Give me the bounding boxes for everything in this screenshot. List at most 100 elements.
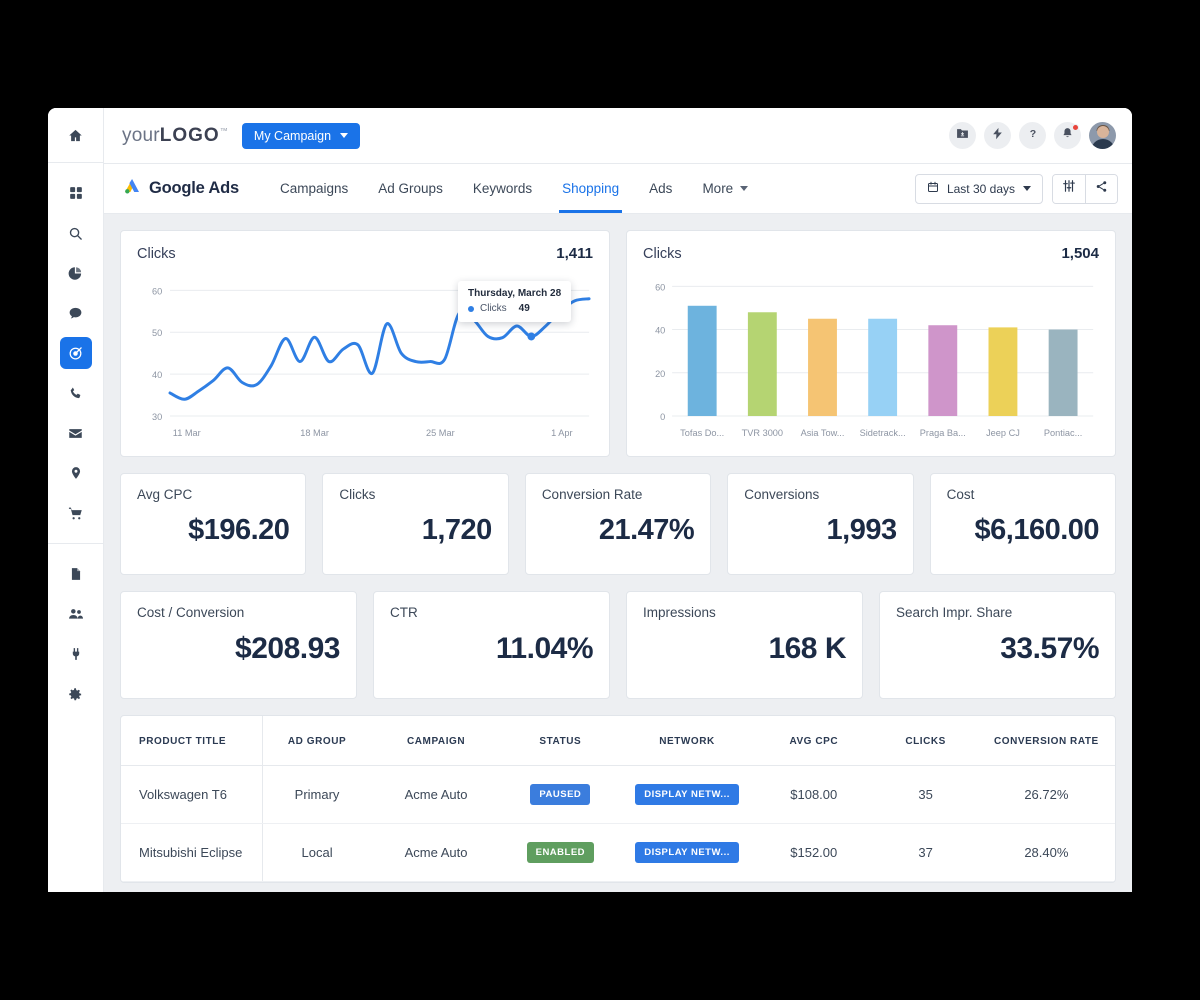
cell-conversion-rate: 26.72% [977,765,1115,824]
target-bullseye-icon [68,346,83,361]
nav-right-controls: Last 30 days [914,164,1118,213]
sidebar-item-calls[interactable] [48,373,104,413]
date-range-label: Last 30 days [946,181,1015,196]
table-body: Volkswagen T6 Primary Acme Auto PAUSED DISPL… [121,765,1115,882]
clicks-line-chart-card: Clicks 1,411 30 40 50 60 11 Mar 18 Mar 25 Mar 1… [120,230,610,457]
campaign-selector-button[interactable]: My Campaign [241,122,361,149]
cell-clicks: 35 [873,765,978,824]
tab-ad-groups[interactable]: Ad Groups [363,164,458,213]
tab-campaigns[interactable]: Campaigns [265,164,363,213]
tab-shopping[interactable]: Shopping [547,164,634,213]
sidebar-item-analytics[interactable] [48,253,104,293]
dashboard-content: Clicks 1,411 30 40 50 60 11 Mar 18 Mar 25 Mar 1… [104,214,1132,892]
sidebar-item-messages[interactable] [48,293,104,333]
column-header-product-title[interactable]: PRODUCT TITLE [121,716,263,766]
line-chart-header: Clicks 1,411 [137,245,593,262]
share-button[interactable] [1085,174,1117,203]
bar-chart-title: Clicks [643,246,682,262]
column-header-campaign[interactable]: CAMPAIGN [371,716,501,766]
table-row[interactable]: Mitsubishi Eclipse Local Acme Auto ENABLED D… [121,823,1115,882]
folder-download-button[interactable] [949,122,976,149]
bar-chart-header: Clicks 1,504 [643,245,1099,262]
x-axis-category-label: Sidetrack... [860,428,906,438]
bar-0 [687,305,717,416]
bar-2 [808,318,837,416]
line-chart-total: 1,411 [556,245,593,262]
column-header-network[interactable]: NETWORK [619,716,755,766]
envelope-icon [68,426,83,441]
quick-actions-button[interactable] [984,122,1011,149]
status-badge[interactable]: ENABLED [526,842,595,863]
network-badge[interactable]: DISPLAY NETW... [635,784,739,805]
kpi-value: 168 K [768,632,846,665]
table-row[interactable]: Volkswagen T6 Primary Acme Auto PAUSED DISPL… [121,765,1115,824]
sidebar-item-locations[interactable] [48,453,104,493]
sidebar-item-users[interactable] [48,594,104,634]
cell-avg-cpc: $108.00 [754,765,874,824]
sidebar-item-integrations[interactable] [48,634,104,674]
sidebar-item-campaigns[interactable] [48,333,104,373]
products-table: PRODUCT TITLE AD GROUP CAMPAIGN STATUS N… [121,716,1115,882]
kpi-label: Conversion Rate [541,487,643,502]
sidebar-item-home[interactable] [48,108,104,162]
tab-ads[interactable]: Ads [634,164,687,213]
cell-avg-cpc: $152.00 [754,823,874,882]
network-badge[interactable]: DISPLAY NETW... [635,842,739,863]
rail-divider-bottom [48,543,103,544]
kpi-label: Cost / Conversion [137,605,245,620]
tab-label: More [702,181,734,196]
cell-network: DISPLAY NETW... [619,765,755,824]
table-head: PRODUCT TITLE AD GROUP CAMPAIGN STATUS N… [121,716,1115,766]
column-header-status[interactable]: STATUS [500,716,620,766]
product-nav-bar: Google Ads Campaigns Ad Groups Keywords … [104,164,1132,214]
column-header-clicks[interactable]: CLICKS [873,716,978,766]
kpi-card-avg-cpc: Avg CPC $196.20 [120,473,307,575]
line-chart-plot: 30 40 50 60 11 Mar 18 Mar 25 Mar 1 Apr [137,274,593,444]
home-icon [68,128,83,143]
kpi-value: 33.57% [1000,632,1099,665]
kpi-label: Cost [946,487,975,502]
kpi-card-cost: Cost $6,160.00 [929,473,1117,575]
plug-icon [69,647,83,661]
google-ads-brand: Google Ads [122,164,239,213]
column-header-conversion-rate[interactable]: CONVERSION RATE [977,716,1115,766]
kpi-value: 1,993 [826,514,898,546]
sidebar-item-settings[interactable] [48,674,104,714]
notifications-button[interactable] [1054,122,1081,149]
sidebar-item-shop[interactable] [48,493,104,533]
sidebar-item-dashboard[interactable] [48,173,104,213]
sidebar-item-documents[interactable] [48,554,104,594]
cell-campaign: Acme Auto [371,765,501,824]
avatar[interactable] [1089,122,1116,149]
sidebar-item-mail[interactable] [48,413,104,453]
help-button[interactable]: ? [1019,122,1046,149]
cell-ad-group: Primary [262,765,372,824]
column-header-avg-cpc[interactable]: AVG CPC [754,716,874,766]
kpi-label: Conversions [744,487,820,502]
status-badge[interactable]: PAUSED [530,784,591,805]
x-axis-category-label: Jeep CJ [986,428,1020,438]
y-axis-tick-label: 30 [152,412,162,422]
google-ads-logo-icon [122,176,142,201]
avatar-face [1096,126,1109,138]
bar-4 [928,325,958,416]
x-axis-tick-label: 25 Mar [426,428,455,438]
cell-ad-group: Local [262,823,372,882]
tab-keywords[interactable]: Keywords [458,164,547,213]
kpi-value: $6,160.00 [974,514,1100,546]
date-range-button[interactable]: Last 30 days [914,173,1043,204]
column-header-ad-group[interactable]: AD GROUP [262,716,372,766]
left-icon-rail [48,108,104,892]
tab-label: Keywords [472,181,533,196]
kpi-card-ctr: CTR 11.04% [373,591,610,699]
cell-conversion-rate: 28.40% [977,823,1115,882]
columns-button[interactable] [1053,174,1085,203]
sidebar-item-search[interactable] [48,213,104,253]
y-axis-tick-label: 40 [152,370,162,380]
table-header-row: PRODUCT TITLE AD GROUP CAMPAIGN STATUS N… [121,716,1115,766]
x-axis-tick-label: 18 Mar [300,428,329,438]
logo-prefix: your [122,124,160,146]
svg-text:?: ? [1029,128,1035,140]
document-icon [69,567,83,581]
tab-more[interactable]: More [687,164,763,213]
